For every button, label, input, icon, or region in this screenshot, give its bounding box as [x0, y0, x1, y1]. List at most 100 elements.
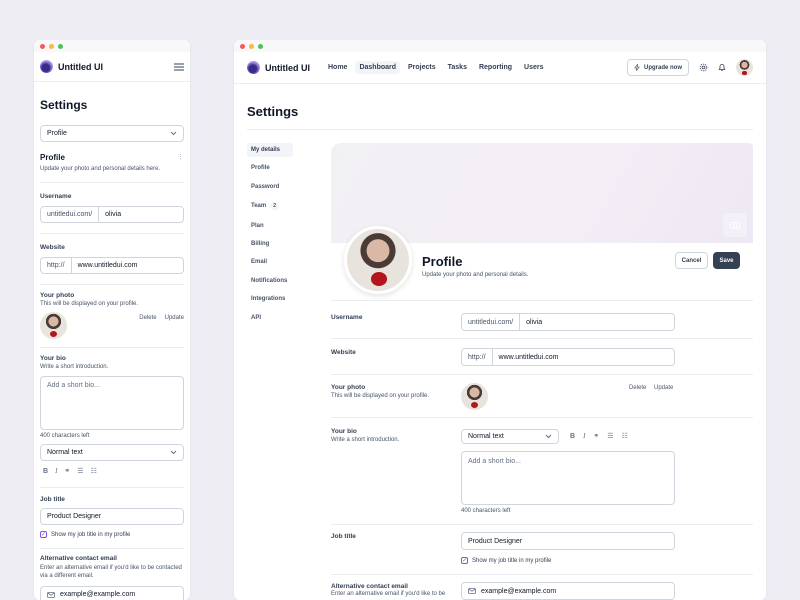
nav-item-home[interactable]: Home — [324, 61, 351, 74]
settings-section-select[interactable]: Profile — [40, 125, 184, 142]
bio-chars-left: 400 characters left — [40, 433, 90, 439]
settings-nav-api[interactable]: API — [247, 311, 293, 325]
divider — [40, 548, 184, 549]
italic-icon[interactable]: I — [583, 432, 585, 440]
text-style-select[interactable]: Normal text — [461, 429, 559, 444]
settings-nav: My details Profile Password Team 2 Plan … — [247, 143, 293, 325]
settings-nav-team[interactable]: Team 2 — [247, 198, 293, 214]
gear-icon[interactable] — [699, 63, 708, 72]
divider — [331, 417, 753, 418]
settings-nav-email[interactable]: Email — [247, 255, 293, 269]
close-dot[interactable] — [240, 43, 245, 49]
divider — [40, 182, 184, 183]
numbered-list-icon[interactable]: ☷ — [91, 467, 97, 475]
username-label: Username — [40, 193, 72, 200]
nav-item-users[interactable]: Users — [520, 61, 547, 74]
website-label: Website — [331, 349, 356, 356]
menu-icon[interactable] — [174, 63, 184, 71]
chevron-down-icon — [170, 450, 177, 455]
nav-item-dashboard[interactable]: Dashboard — [355, 61, 401, 74]
minimize-dot[interactable] — [249, 43, 254, 49]
cover-image — [331, 143, 753, 243]
show-job-title-label: Show my job title in my profile — [472, 557, 552, 564]
bio-hint: Write a short introduction. — [331, 437, 400, 443]
settings-nav-plan[interactable]: Plan — [247, 219, 293, 233]
profile-photo — [40, 312, 67, 339]
cancel-button[interactable]: Cancel — [675, 252, 708, 269]
update-photo-button[interactable]: Update — [654, 385, 673, 391]
bold-icon[interactable]: B — [43, 468, 48, 475]
user-avatar[interactable] — [736, 59, 753, 76]
italic-icon[interactable]: I — [55, 467, 57, 475]
website-field[interactable]: http:// www.untitledui.com — [40, 257, 184, 274]
bold-icon[interactable]: B — [570, 433, 575, 440]
show-job-title-checkbox[interactable]: ✓ — [461, 557, 468, 564]
website-field[interactable]: http:// www.untitledui.com — [461, 348, 675, 366]
alt-email-hint: Enter an alternative email if you'd like… — [331, 591, 446, 597]
username-value: olivia — [526, 318, 543, 326]
bio-textarea[interactable]: Add a short bio... — [461, 451, 675, 505]
website-value: www.untitledui.com — [498, 353, 559, 361]
minimize-dot[interactable] — [49, 43, 54, 49]
nav-item-tasks[interactable]: Tasks — [444, 61, 471, 74]
profile-title: Profile — [422, 254, 463, 269]
desktop-window: Untitled UI Home Dashboard Projects Task… — [234, 40, 766, 600]
bell-icon[interactable] — [718, 63, 726, 72]
alt-email-label: Alternative contact email — [40, 555, 117, 562]
photo-label: Your photo — [331, 384, 366, 391]
job-title-field[interactable]: Product Designer — [40, 508, 184, 525]
bio-label: Your bio — [40, 355, 66, 362]
delete-photo-button[interactable]: Delete — [139, 315, 156, 321]
bullet-list-icon[interactable]: ☰ — [77, 467, 83, 475]
show-job-title-checkbox[interactable]: ✓ — [40, 531, 47, 538]
divider — [247, 129, 753, 130]
alt-email-label: Alternative contact email — [331, 583, 408, 590]
desktop-titlebar — [234, 40, 766, 52]
bio-textarea[interactable]: Add a short bio... — [40, 376, 184, 430]
alt-email-field[interactable]: example@example.com — [461, 582, 675, 600]
close-dot[interactable] — [40, 43, 45, 49]
username-label: Username — [331, 314, 363, 321]
camera-icon[interactable] — [723, 213, 747, 237]
logo-icon — [247, 61, 260, 74]
settings-nav-integrations[interactable]: Integrations — [247, 292, 293, 306]
bio-hint: Write a short introduction. — [40, 364, 109, 370]
mobile-header: Untitled UI — [34, 52, 190, 82]
nav-item-projects[interactable]: Projects — [404, 61, 440, 74]
photo-label: Your photo — [40, 292, 75, 299]
mobile-profile-title: Profile — [40, 153, 65, 162]
update-photo-button[interactable]: Update — [165, 315, 184, 321]
alt-email-hint: Enter an alternative email if you'd like… — [40, 565, 182, 580]
username-field[interactable]: untitledui.com/ olivia — [461, 313, 675, 331]
profile-photo — [461, 383, 488, 410]
brand-name: Untitled UI — [265, 62, 310, 73]
job-title-field[interactable]: Product Designer — [461, 532, 675, 550]
job-title-label: Job title — [331, 533, 356, 540]
link-icon[interactable]: ⚭ — [593, 432, 599, 440]
settings-nav-billing[interactable]: Billing — [247, 237, 293, 251]
numbered-list-icon[interactable]: ☷ — [622, 432, 628, 440]
nav-item-reporting[interactable]: Reporting — [475, 61, 516, 74]
delete-photo-button[interactable]: Delete — [629, 385, 646, 391]
username-prefix: untitledui.com/ — [462, 314, 521, 330]
username-field[interactable]: untitledui.com/ olivia — [40, 206, 184, 223]
mobile-profile-subtitle: Update your photo and personal details h… — [40, 166, 161, 172]
settings-nav-profile[interactable]: Profile — [247, 161, 293, 175]
save-button[interactable]: Save — [713, 252, 740, 269]
more-vertical-icon[interactable]: ⋮ — [177, 153, 184, 162]
mail-icon — [47, 591, 55, 598]
text-style-select[interactable]: Normal text — [40, 444, 184, 461]
upgrade-button[interactable]: Upgrade now — [626, 59, 689, 76]
top-nav: Untitled UI Home Dashboard Projects Task… — [234, 52, 766, 84]
settings-nav-notifications[interactable]: Notifications — [247, 274, 293, 288]
link-icon[interactable]: ⚭ — [64, 467, 70, 475]
alt-email-field[interactable]: example@example.com — [40, 586, 184, 600]
mobile-page-title: Settings — [40, 98, 88, 112]
settings-nav-password[interactable]: Password — [247, 180, 293, 194]
maximize-dot[interactable] — [258, 43, 263, 49]
settings-nav-my-details[interactable]: My details — [247, 143, 293, 157]
divider — [40, 233, 184, 234]
maximize-dot[interactable] — [58, 43, 63, 49]
profile-photo-large — [344, 226, 412, 294]
bullet-list-icon[interactable]: ☰ — [607, 432, 613, 440]
